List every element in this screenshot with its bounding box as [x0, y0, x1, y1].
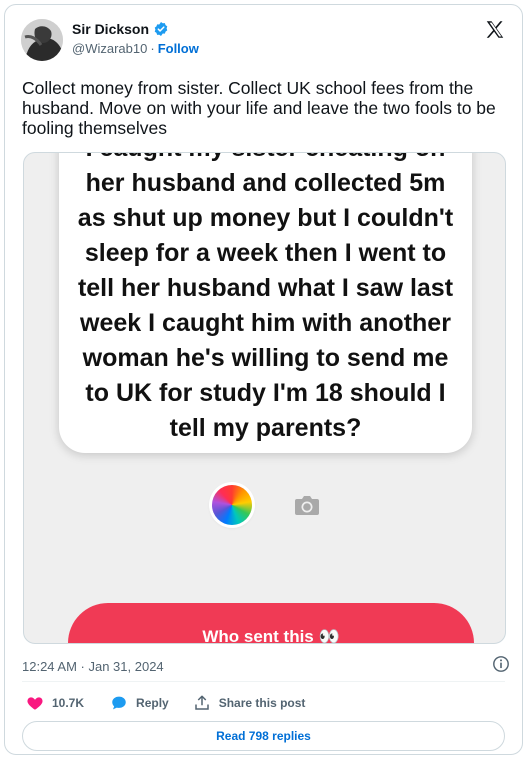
tweet-media[interactable]: I caught my sister cheating on her husba…: [23, 152, 506, 644]
who-sent-this-button[interactable]: Who sent this 👀: [68, 603, 474, 644]
message-bubble: I caught my sister cheating on her husba…: [59, 153, 472, 453]
x-logo-icon[interactable]: [484, 19, 506, 41]
author-name-row: Sir Dickson: [72, 21, 169, 37]
handle-row: @Wizarab10 · Follow: [72, 41, 199, 56]
divider: [22, 681, 505, 682]
action-bar: 10.7K Reply Share this post: [26, 694, 305, 712]
color-wheel-icon[interactable]: [212, 485, 252, 525]
like-button[interactable]: 10.7K: [26, 694, 84, 712]
share-icon: [194, 695, 209, 710]
separator-dot: ·: [150, 41, 155, 56]
info-icon[interactable]: [492, 655, 510, 673]
share-button[interactable]: Share this post: [193, 694, 306, 712]
tweet-timestamp[interactable]: 12:24 AM · Jan 31, 2024: [22, 659, 164, 674]
author-name[interactable]: Sir Dickson: [72, 21, 149, 37]
read-replies-label: Read 798 replies: [216, 729, 311, 743]
bubble-text: I caught my sister cheating on her husba…: [77, 153, 454, 442]
author-handle[interactable]: @Wizarab10: [72, 41, 147, 56]
reply-bubble-icon: [112, 696, 126, 710]
who-sent-this-label: Who sent this 👀: [202, 627, 340, 644]
camera-icon[interactable]: [291, 489, 323, 521]
tweet-card: Sir Dickson @Wizarab10 · Follow Collect …: [4, 4, 523, 755]
reply-button[interactable]: Reply: [110, 694, 169, 712]
verified-badge-icon: [154, 22, 168, 36]
heart-icon: [27, 697, 43, 710]
reply-label: Reply: [136, 696, 169, 710]
read-replies-button[interactable]: Read 798 replies: [22, 721, 505, 751]
share-label: Share this post: [218, 696, 306, 710]
follow-button[interactable]: Follow: [158, 41, 199, 56]
like-count: 10.7K: [52, 696, 85, 710]
tweet-text: Collect money from sister. Collect UK sc…: [22, 78, 496, 138]
avatar[interactable]: [21, 19, 63, 61]
